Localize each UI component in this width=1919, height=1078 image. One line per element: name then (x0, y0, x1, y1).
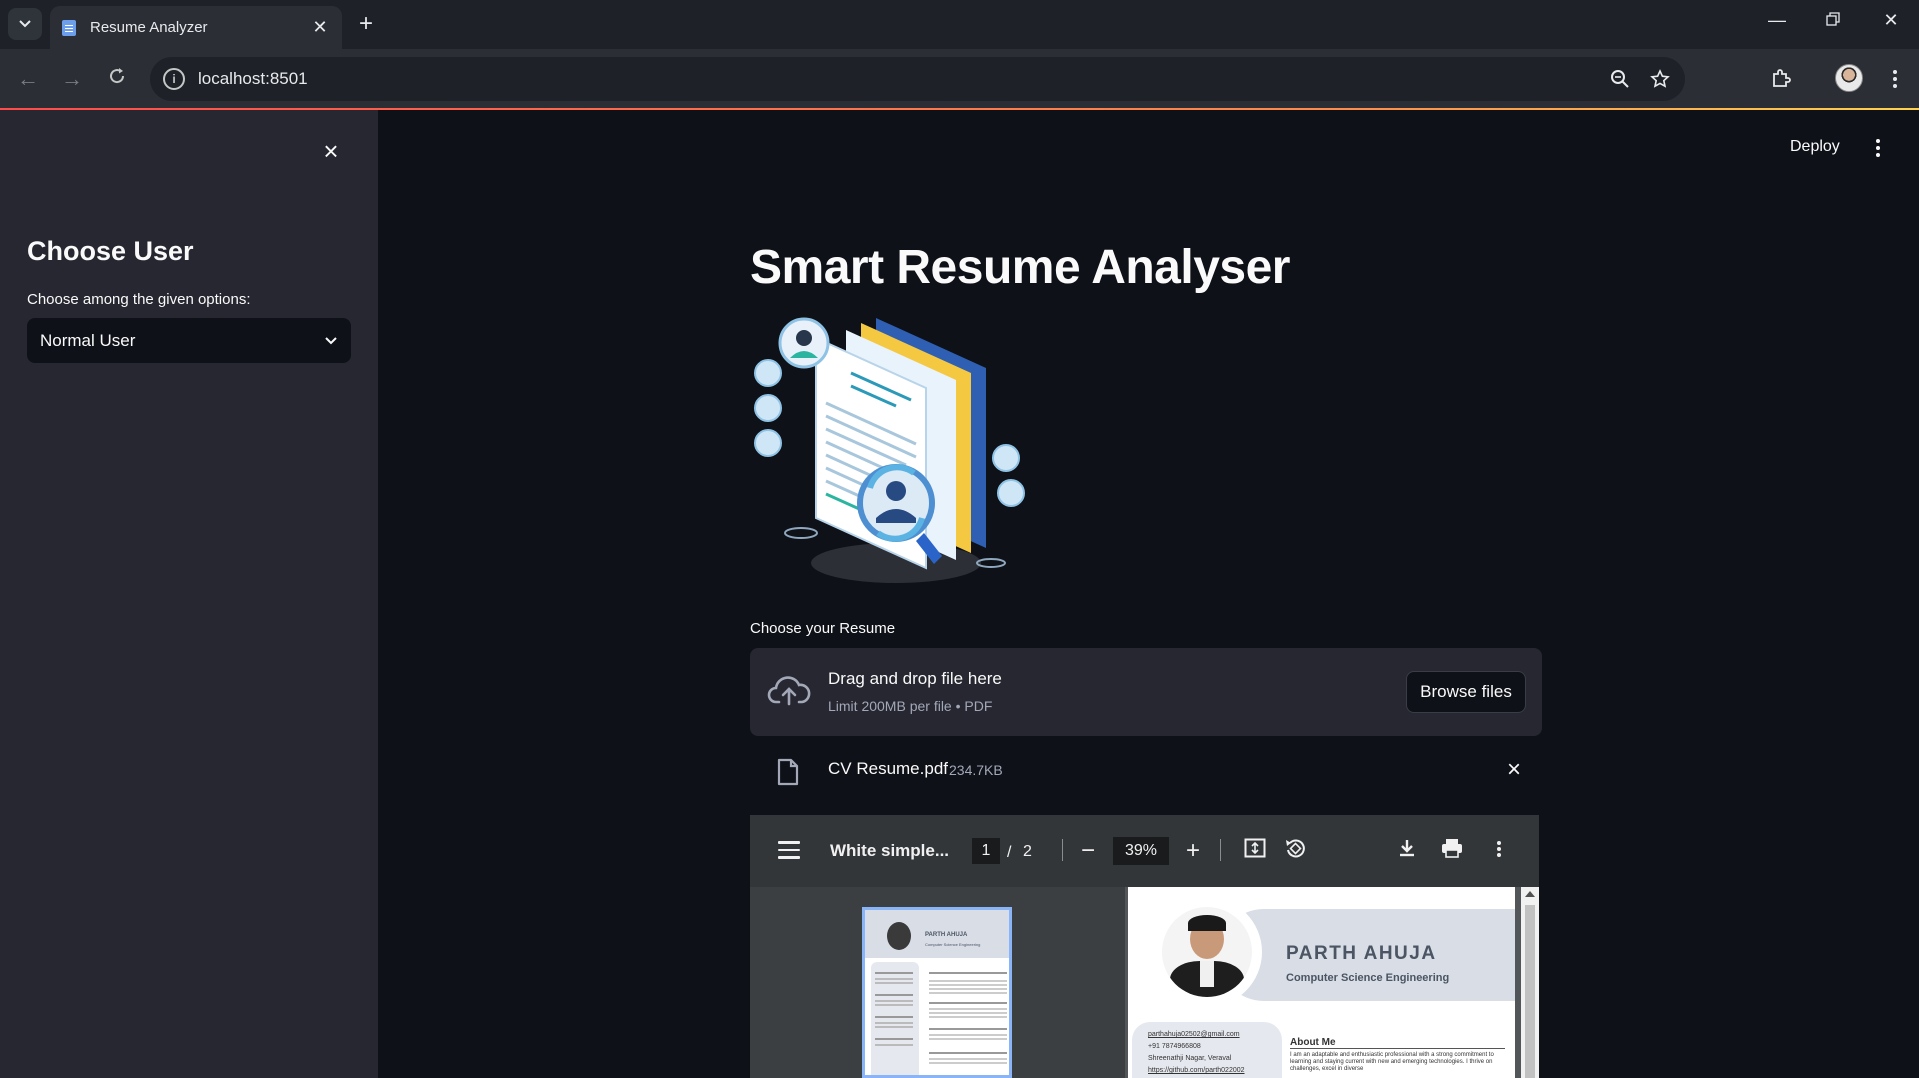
sidebar: × Choose User Choose among the given opt… (0, 110, 378, 1078)
browse-files-button[interactable]: Browse files (1406, 671, 1526, 713)
dropzone-limit: Limit 200MB per file • PDF (828, 698, 993, 714)
chevron-down-icon (19, 20, 31, 28)
browser-menu-icon[interactable] (1880, 64, 1910, 94)
address-bar[interactable]: i localhost:8501 (150, 57, 1685, 101)
new-tab-button[interactable]: + (354, 10, 378, 38)
pdf-page-separator: / (1007, 844, 1012, 861)
chevron-down-icon (325, 336, 337, 344)
cv-address: Shreenathji Nagar, Veraval (1148, 1055, 1232, 1062)
print-icon[interactable] (1438, 837, 1466, 865)
uploaded-file-name: CV Resume.pdf (828, 759, 948, 778)
toolbar-divider (1220, 839, 1221, 861)
extensions-icon[interactable] (1766, 64, 1796, 94)
cv-github: https://github.com/parth022002 (1148, 1067, 1245, 1074)
page-thumbnail[interactable]: PARTH AHUJA Computer Science Engineering (862, 907, 1012, 1078)
pdf-page-input[interactable]: 1 (972, 838, 1000, 864)
close-window-button[interactable]: ✕ (1876, 10, 1906, 31)
pdf-doc-title: White simple... (830, 841, 950, 860)
close-tab-icon[interactable]: ✕ (310, 17, 330, 38)
page-title: Smart Resume Analyser (750, 241, 1290, 294)
document-icon (62, 19, 76, 36)
cv-role: Computer Science Engineering (1286, 972, 1450, 984)
file-dropzone[interactable]: Drag and drop file here Limit 200MB per … (750, 648, 1542, 736)
pdf-zoom-input[interactable]: 39% (1113, 837, 1169, 865)
main-menu-icon[interactable] (1868, 136, 1888, 160)
cv-phone: +91 7874966808 (1148, 1043, 1201, 1050)
restore-icon (1826, 12, 1840, 26)
user-select[interactable]: Normal User (27, 318, 351, 363)
resume-illustration (754, 317, 1025, 583)
cloud-upload-icon (767, 676, 811, 706)
profile-avatar[interactable] (1835, 64, 1863, 92)
deploy-button[interactable]: Deploy (1790, 138, 1840, 156)
browser-tab-bar: Resume Analyzer ✕ + — ✕ (0, 0, 1919, 49)
rotate-icon[interactable] (1281, 837, 1309, 865)
uploaded-file-row: CV Resume.pdf 234.7KB × (750, 748, 1542, 796)
cv-email: parthahuja02502@gmail.com (1148, 1031, 1240, 1038)
pdf-page: PARTH AHUJA Computer Science Engineering… (1128, 887, 1515, 1078)
pdf-toolbar: White simple... 1 / 2 − 39% + (750, 815, 1539, 887)
pdf-thumbnail-pane: PARTH AHUJA Computer Science Engineering (750, 887, 1125, 1078)
thumb-role: Computer Science Engineering (925, 942, 981, 947)
scrollbar-thumb[interactable] (1525, 905, 1535, 1078)
site-info-icon[interactable]: i (163, 68, 185, 90)
pdf-sidebar-toggle-icon[interactable] (778, 841, 800, 859)
toolbar-divider (1062, 839, 1063, 861)
browser-tab[interactable]: Resume Analyzer ✕ (50, 6, 342, 49)
reload-button[interactable] (103, 65, 131, 93)
sidebar-heading: Choose User (27, 236, 194, 266)
uploader-label: Choose your Resume (750, 620, 896, 637)
reload-icon (110, 68, 125, 84)
bookmark-star-icon[interactable] (1645, 64, 1675, 94)
fit-page-icon[interactable] (1241, 837, 1269, 865)
back-button[interactable]: ← (14, 65, 42, 93)
cv-name: PARTH AHUJA (1286, 943, 1437, 964)
remove-file-icon[interactable]: × (1502, 758, 1526, 782)
cv-about-heading: About Me (1290, 1037, 1336, 1048)
pdf-page-area: PARTH AHUJA Computer Science Engineering… (1125, 887, 1539, 1078)
pdf-total-pages: 2 (1023, 843, 1032, 860)
uploaded-file-size: 234.7KB (949, 762, 1003, 778)
thumb-name: PARTH AHUJA (925, 932, 968, 938)
user-select-label: Choose among the given options: (27, 291, 251, 308)
minimize-button[interactable]: — (1762, 10, 1792, 31)
download-icon[interactable] (1393, 837, 1421, 865)
tab-title: Resume Analyzer (90, 19, 208, 36)
browser-toolbar: ← → i localhost:8501 (0, 49, 1919, 109)
zoom-out-icon[interactable]: − (1074, 837, 1102, 865)
url-text[interactable]: localhost:8501 (198, 69, 1605, 89)
user-select-value: Normal User (40, 330, 136, 350)
pdf-scrollbar[interactable] (1521, 887, 1539, 1078)
zoom-in-icon[interactable]: + (1179, 837, 1207, 865)
pdf-viewer: White simple... 1 / 2 − 39% + PARTH AHUJ… (750, 815, 1539, 1078)
forward-button[interactable]: → (58, 65, 86, 93)
pdf-more-icon[interactable] (1485, 837, 1513, 865)
file-icon (777, 758, 799, 786)
scroll-up-icon[interactable] (1525, 891, 1535, 897)
tab-search-button[interactable] (8, 8, 42, 40)
cv-about-text: I am an adaptable and enthusiastic profe… (1290, 1052, 1494, 1072)
restore-button[interactable] (1818, 10, 1848, 31)
zoom-icon[interactable] (1605, 64, 1635, 94)
dropzone-title: Drag and drop file here (828, 669, 1002, 688)
close-sidebar-icon[interactable]: × (318, 138, 344, 164)
